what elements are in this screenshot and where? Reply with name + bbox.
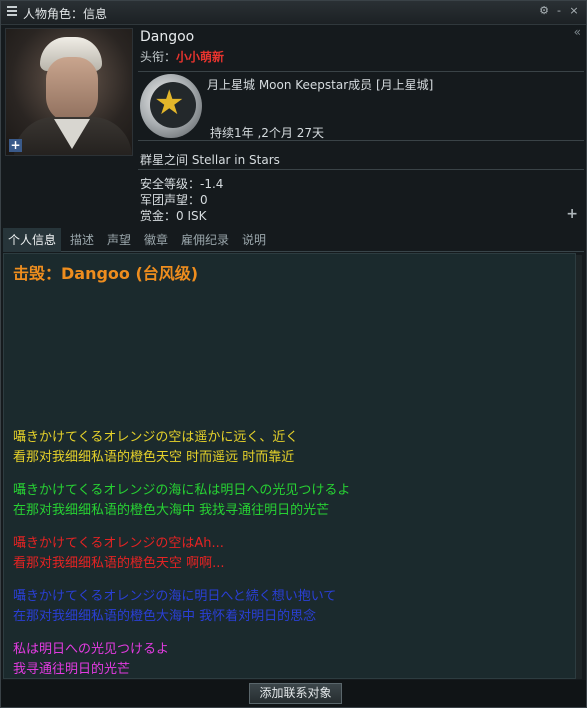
bottom-bar: 添加联系对象	[1, 680, 586, 707]
alliance-name[interactable]: 群星之间 Stellar in Stars	[140, 151, 280, 168]
bio-content: 击毁：Dangoo (台风级) 囁きかけてくるオレンジの空は遥かに远く、近く 看…	[3, 253, 576, 679]
menu-icon[interactable]	[7, 6, 17, 16]
collapse-arrows-icon[interactable]: «	[574, 25, 581, 39]
bio-line: 囁きかけてくるオレンジの海に明日へと続く想い抱いて	[13, 589, 337, 604]
tab-standings[interactable]: 声望	[102, 228, 136, 252]
minimize-icon[interactable]: -	[552, 4, 566, 17]
character-name: Dangoo	[140, 29, 195, 45]
bio-line: 囁きかけてくるオレンジの空は遥かに远く、近く	[13, 430, 299, 445]
window-title: 人物角色：信息	[23, 7, 108, 21]
title-bar[interactable]: 人物角色：信息 ⚙ - ×	[1, 1, 586, 25]
bio-line: 囁きかけてくるオレンジの空はAh...	[13, 536, 224, 551]
bio-line: 在那对我细细私语的橙色大海中 我找寻通往明日的光芒	[13, 503, 330, 518]
settings-icon[interactable]: ⚙	[537, 4, 551, 17]
corporation-logo[interactable]: ★	[140, 74, 202, 138]
add-contact-button[interactable]: 添加联系对象	[249, 683, 342, 704]
character-portrait[interactable]: +	[5, 28, 133, 156]
tab-notes[interactable]: 说明	[237, 228, 271, 252]
character-info-window: 人物角色：信息 ⚙ - × « + Dangoo 头衔：小小萌新 ★ 月上星城 …	[0, 0, 587, 708]
content-scrollbar[interactable]	[576, 255, 582, 679]
bio-line: 我寻通往明日的光芒	[13, 662, 131, 677]
corporation-name[interactable]: 月上星城 Moon Keepstar成员 [月上星城]	[207, 76, 433, 93]
bio-line: 私は明日への光见つけるよ	[13, 642, 170, 657]
corp-standing: 军团声望：0	[140, 193, 208, 207]
corporation-duration: 持续1年 ,2个月 27天	[210, 126, 324, 140]
bio-line: 看那对我细细私语的橙色天空 时而遥远 时而靠近	[13, 450, 295, 465]
rank-row: 头衔：小小萌新	[140, 48, 224, 65]
bio-heading: 击毁：Dangoo (台风级)	[13, 264, 199, 283]
divider	[138, 169, 584, 170]
add-icon[interactable]: +	[566, 206, 578, 222]
rank-value: 小小萌新	[176, 50, 225, 64]
bounty: 赏金：0 ISK	[140, 209, 207, 223]
tab-medals[interactable]: 徽章	[139, 228, 173, 252]
tab-description[interactable]: 描述	[65, 228, 99, 252]
tab-employment-history[interactable]: 雇佣纪录	[176, 228, 234, 252]
security-status: 安全等级：-1.4	[140, 177, 224, 191]
bio-line: 在那对我细细私语的橙色大海中 我怀着对明日的思念	[13, 609, 317, 624]
corporation-panel: ★ 月上星城 Moon Keepstar成员 [月上星城] 持续1年 ,2个月 …	[138, 71, 584, 141]
bio-line: 看那对我细细私语的橙色天空 啊啊...	[13, 556, 225, 571]
star-icon: ★	[154, 83, 185, 123]
tab-bar: 个人信息 描述 声望 徽章 雇佣纪录 说明	[3, 228, 584, 252]
tab-personal-info[interactable]: 个人信息	[3, 228, 62, 252]
bio-line: 囁きかけてくるオレンジの海に私は明日への光见つけるよ	[13, 483, 351, 498]
close-icon[interactable]: ×	[567, 4, 581, 17]
plus-icon[interactable]: +	[9, 139, 22, 152]
rank-label: 头衔：	[140, 50, 177, 64]
